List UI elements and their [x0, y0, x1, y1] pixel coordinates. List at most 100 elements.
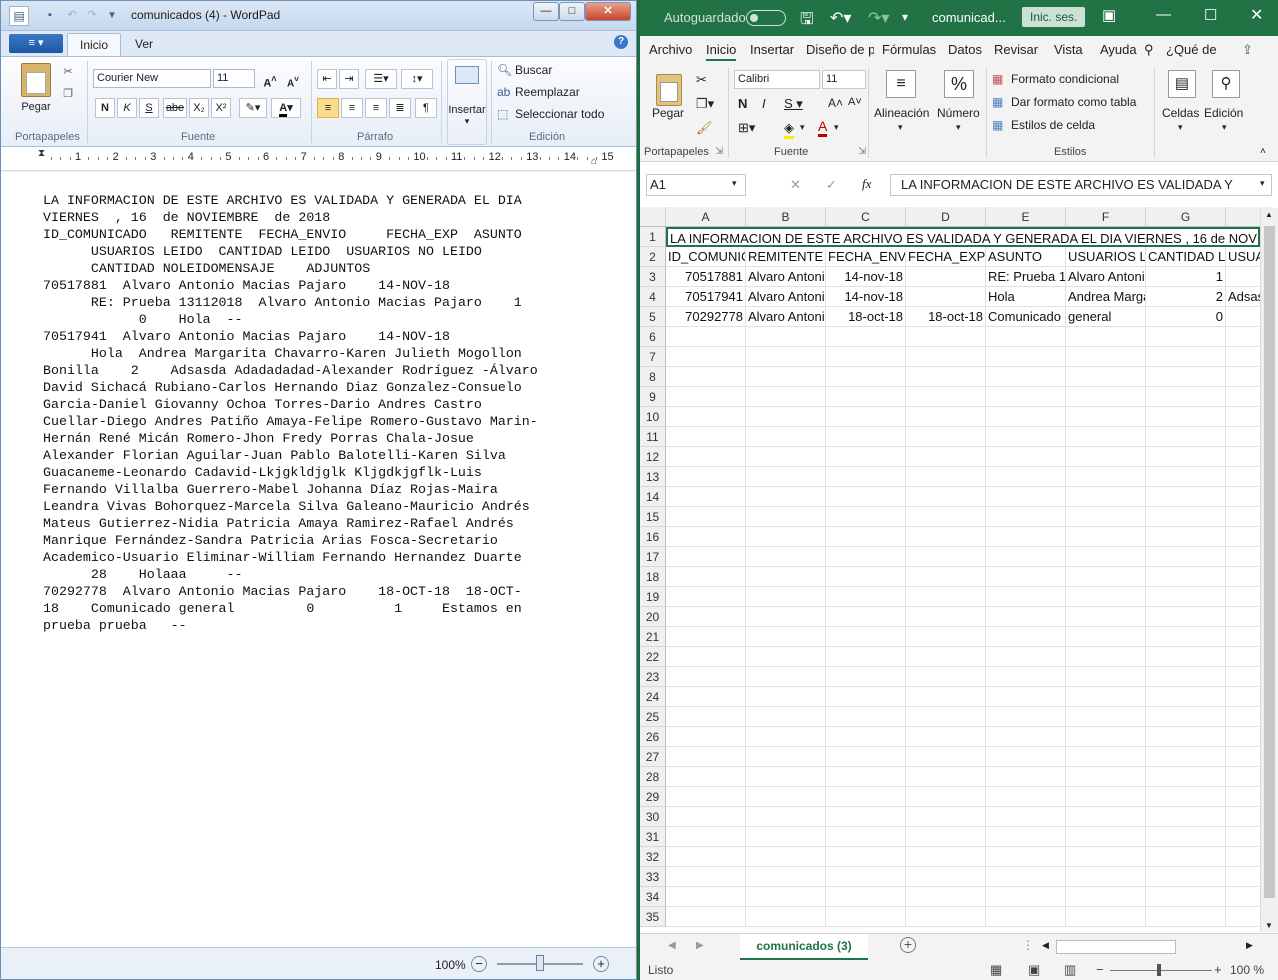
- cell[interactable]: Alvaro Antonio: [746, 307, 826, 327]
- row-header[interactable]: 31: [640, 827, 666, 847]
- scroll-left-icon[interactable]: ◀: [1042, 940, 1049, 951]
- row-header[interactable]: 32: [640, 847, 666, 867]
- cell[interactable]: [666, 367, 746, 387]
- row-header[interactable]: 5: [640, 307, 666, 327]
- cell[interactable]: [746, 447, 826, 467]
- cell[interactable]: [666, 627, 746, 647]
- cell[interactable]: FECHA_ENVIO: [826, 247, 906, 267]
- row-header[interactable]: 29: [640, 787, 666, 807]
- cell[interactable]: [906, 727, 986, 747]
- cell[interactable]: [1146, 347, 1226, 367]
- cell[interactable]: [746, 607, 826, 627]
- cell[interactable]: 2: [1146, 287, 1226, 307]
- cell[interactable]: [906, 327, 986, 347]
- cell[interactable]: [826, 707, 906, 727]
- help-icon[interactable]: ?: [614, 35, 628, 49]
- zoom-in-button[interactable]: +: [1214, 962, 1222, 977]
- row-header[interactable]: 33: [640, 867, 666, 887]
- cell[interactable]: [666, 427, 746, 447]
- cell[interactable]: [986, 567, 1066, 587]
- cell[interactable]: [1066, 347, 1146, 367]
- cell[interactable]: [666, 327, 746, 347]
- align-center-icon[interactable]: ≡: [341, 98, 363, 118]
- cell[interactable]: [666, 647, 746, 667]
- row-header[interactable]: 24: [640, 687, 666, 707]
- cell[interactable]: [906, 467, 986, 487]
- cell[interactable]: 70517881: [666, 267, 746, 287]
- column-header[interactable]: F: [1066, 207, 1146, 227]
- cell[interactable]: [906, 827, 986, 847]
- cell[interactable]: [1066, 487, 1146, 507]
- cell[interactable]: 14-nov-18: [826, 287, 906, 307]
- ruler[interactable]: 1 2 3 4 5 6 7 8 9 10 11 12 13 14 15 ⧗ ⌂: [1, 147, 636, 171]
- zoom-thumb[interactable]: [536, 955, 544, 971]
- cell[interactable]: [1146, 687, 1226, 707]
- row-header[interactable]: 7: [640, 347, 666, 367]
- cell[interactable]: [906, 547, 986, 567]
- cell[interactable]: [906, 567, 986, 587]
- cell[interactable]: [666, 667, 746, 687]
- normal-view-icon[interactable]: ▦: [990, 962, 1002, 978]
- cell[interactable]: [1146, 867, 1226, 887]
- cell[interactable]: [906, 807, 986, 827]
- cell[interactable]: [906, 627, 986, 647]
- cell[interactable]: [826, 447, 906, 467]
- cell[interactable]: [1146, 587, 1226, 607]
- cell[interactable]: [986, 447, 1066, 467]
- cell[interactable]: [1066, 667, 1146, 687]
- column-header[interactable]: E: [986, 207, 1066, 227]
- minimize-button[interactable]: —: [533, 2, 559, 21]
- cell[interactable]: [1066, 447, 1146, 467]
- cell[interactable]: [826, 747, 906, 767]
- paste-button[interactable]: Pegar: [16, 97, 56, 117]
- sheet-tab[interactable]: comunicados (3): [740, 934, 868, 960]
- cell[interactable]: [746, 467, 826, 487]
- cell[interactable]: [906, 507, 986, 527]
- cell[interactable]: [1146, 747, 1226, 767]
- vertical-scrollbar[interactable]: ▲ ▼: [1260, 208, 1278, 932]
- cell[interactable]: [666, 607, 746, 627]
- cell[interactable]: [1066, 567, 1146, 587]
- cell[interactable]: [1066, 847, 1146, 867]
- cell[interactable]: Hola: [986, 287, 1066, 307]
- cell[interactable]: [666, 847, 746, 867]
- cell[interactable]: [1066, 387, 1146, 407]
- cell[interactable]: [826, 347, 906, 367]
- row-header[interactable]: 26: [640, 727, 666, 747]
- copy-icon[interactable]: ❐: [59, 84, 77, 104]
- cell[interactable]: [986, 507, 1066, 527]
- cell[interactable]: [906, 347, 986, 367]
- cell[interactable]: [1066, 787, 1146, 807]
- cell[interactable]: [1146, 807, 1226, 827]
- row-header[interactable]: 35: [640, 907, 666, 927]
- cell[interactable]: general: [1066, 307, 1146, 327]
- cell[interactable]: [746, 727, 826, 747]
- font-color-icon[interactable]: A▾: [271, 98, 301, 118]
- cell[interactable]: [666, 407, 746, 427]
- cell[interactable]: [746, 867, 826, 887]
- cell[interactable]: [826, 867, 906, 887]
- add-sheet-icon[interactable]: +: [900, 937, 916, 953]
- cell[interactable]: [986, 327, 1066, 347]
- cell[interactable]: [826, 687, 906, 707]
- cell[interactable]: [666, 347, 746, 367]
- cell[interactable]: [1146, 627, 1226, 647]
- insert-button[interactable]: Insertar ▾: [447, 59, 487, 145]
- cell[interactable]: [986, 627, 1066, 647]
- cell[interactable]: [746, 747, 826, 767]
- cell[interactable]: [1066, 367, 1146, 387]
- cell[interactable]: [1066, 607, 1146, 627]
- cell[interactable]: [746, 587, 826, 607]
- cell[interactable]: [986, 547, 1066, 567]
- cell[interactable]: [666, 887, 746, 907]
- cell[interactable]: [826, 387, 906, 407]
- cell[interactable]: 18-oct-18: [906, 307, 986, 327]
- cell[interactable]: [746, 887, 826, 907]
- cell[interactable]: [746, 787, 826, 807]
- cell[interactable]: [906, 887, 986, 907]
- prev-sheet-icon[interactable]: ◀: [668, 940, 676, 951]
- cell[interactable]: [1066, 687, 1146, 707]
- cell[interactable]: [1066, 587, 1146, 607]
- cell[interactable]: [906, 487, 986, 507]
- cell[interactable]: USUARIOS LEIDO: [1066, 247, 1146, 267]
